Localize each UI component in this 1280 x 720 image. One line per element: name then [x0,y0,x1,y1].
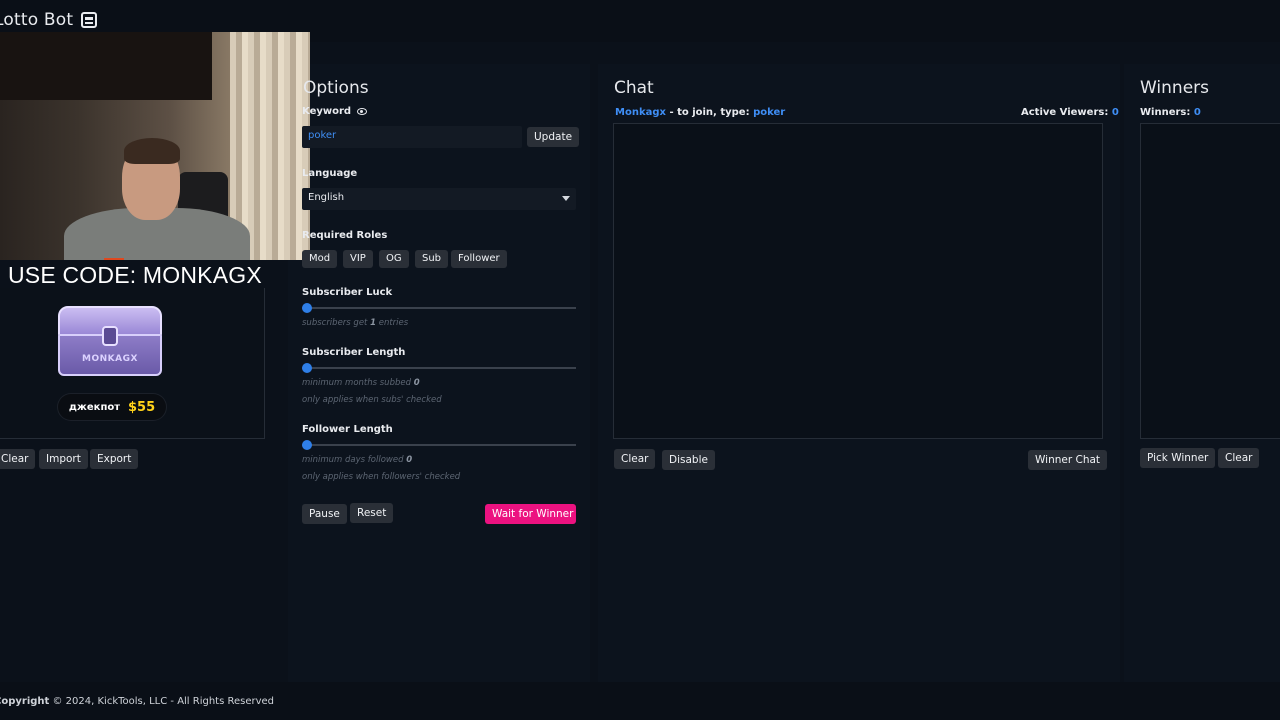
follower-length-slider[interactable] [302,439,576,451]
follower-length-hint: minimum days followed 0 [302,455,413,465]
winners-clear-button[interactable]: Clear [1218,448,1260,468]
sub-length-slider[interactable] [302,362,576,374]
slider-knob[interactable] [302,363,312,373]
chat-join-instructions: Monkagx - to join, type: poker [615,107,786,118]
sub-luck-hint: subscribers get 1 entries [302,318,409,328]
keyword-value: poker [308,130,337,141]
chat-log[interactable] [613,123,1103,439]
winners-count-value: 0 [1193,107,1201,118]
update-button[interactable]: Update [527,127,580,147]
role-og-toggle[interactable]: OG [379,250,409,268]
keyword-input[interactable]: poker [302,126,522,148]
winners-title: Winners [1140,78,1210,98]
roles-label: Required Roles [302,230,388,241]
jackpot-badge: джекпот $55 [58,394,166,420]
promo-code-text: USE CODE: MONKAGX [8,262,262,288]
pick-winner-button[interactable]: Pick Winner [1140,448,1216,468]
role-mod-toggle[interactable]: Mod [302,250,338,268]
app-brand: Lotto Bot [0,10,98,30]
follower-length-note: only applies when followers' checked [302,472,461,482]
chat-disable-button[interactable]: Disable [662,450,715,470]
active-viewers-count: 0 [1111,107,1119,118]
sub-luck-label: Subscriber Luck [302,287,393,298]
winners-count: Winners: 0 [1140,107,1201,118]
slider-knob[interactable] [302,303,312,313]
join-keyword: poker [753,107,786,118]
keyword-label: Keyword [302,106,352,117]
import-button[interactable]: Import [39,449,88,469]
export-button[interactable]: Export [90,449,139,469]
webcam-overlay [0,32,310,260]
wait-for-winner-button[interactable]: Wait for Winner [485,504,576,524]
language-label: Language [302,168,358,179]
winner-chat-button[interactable]: Winner Chat [1028,450,1108,470]
lock-icon [102,326,118,346]
copyright-text: Copyright © 2024, KickTools, LLC - All R… [0,696,275,707]
active-viewers: Active Viewers: 0 [1021,107,1119,118]
chevron-down-icon [562,196,570,201]
chest-label: MONKAGX [82,354,138,364]
eye-icon[interactable] [357,108,367,115]
entries-clear-button[interactable]: Clear [0,449,36,469]
role-sub-toggle[interactable]: Sub [415,250,449,268]
follower-length-label: Follower Length [302,424,393,435]
sub-length-label: Subscriber Length [302,347,406,358]
footer: Copyright © 2024, KickTools, LLC - All R… [0,682,1280,720]
jackpot-label: джекпот [68,401,121,413]
chat-title: Chat [614,78,654,98]
role-follower-toggle[interactable]: Follower [451,250,507,268]
pause-button[interactable]: Pause [302,504,347,524]
chat-clear-button[interactable]: Clear [614,449,656,469]
options-title: Options [303,78,369,98]
robot-icon [81,12,98,28]
sub-luck-slider[interactable] [302,302,576,314]
chest-image: MONKAGX [58,306,162,376]
role-vip-toggle[interactable]: VIP [343,250,373,268]
jackpot-value: $55 [128,399,156,415]
reset-button[interactable]: Reset [350,503,394,523]
winners-list[interactable] [1140,123,1280,439]
channel-name[interactable]: Monkagx [615,107,666,118]
slider-knob[interactable] [302,440,312,450]
sub-length-note: only applies when subs' checked [302,395,442,405]
app-title: Lotto Bot [0,10,74,30]
entries-box: MONKAGX джекпот $55 [0,288,265,439]
language-select[interactable]: English [302,188,576,210]
sub-length-hint: minimum months subbed 0 [302,378,420,388]
language-value: English [308,192,345,203]
